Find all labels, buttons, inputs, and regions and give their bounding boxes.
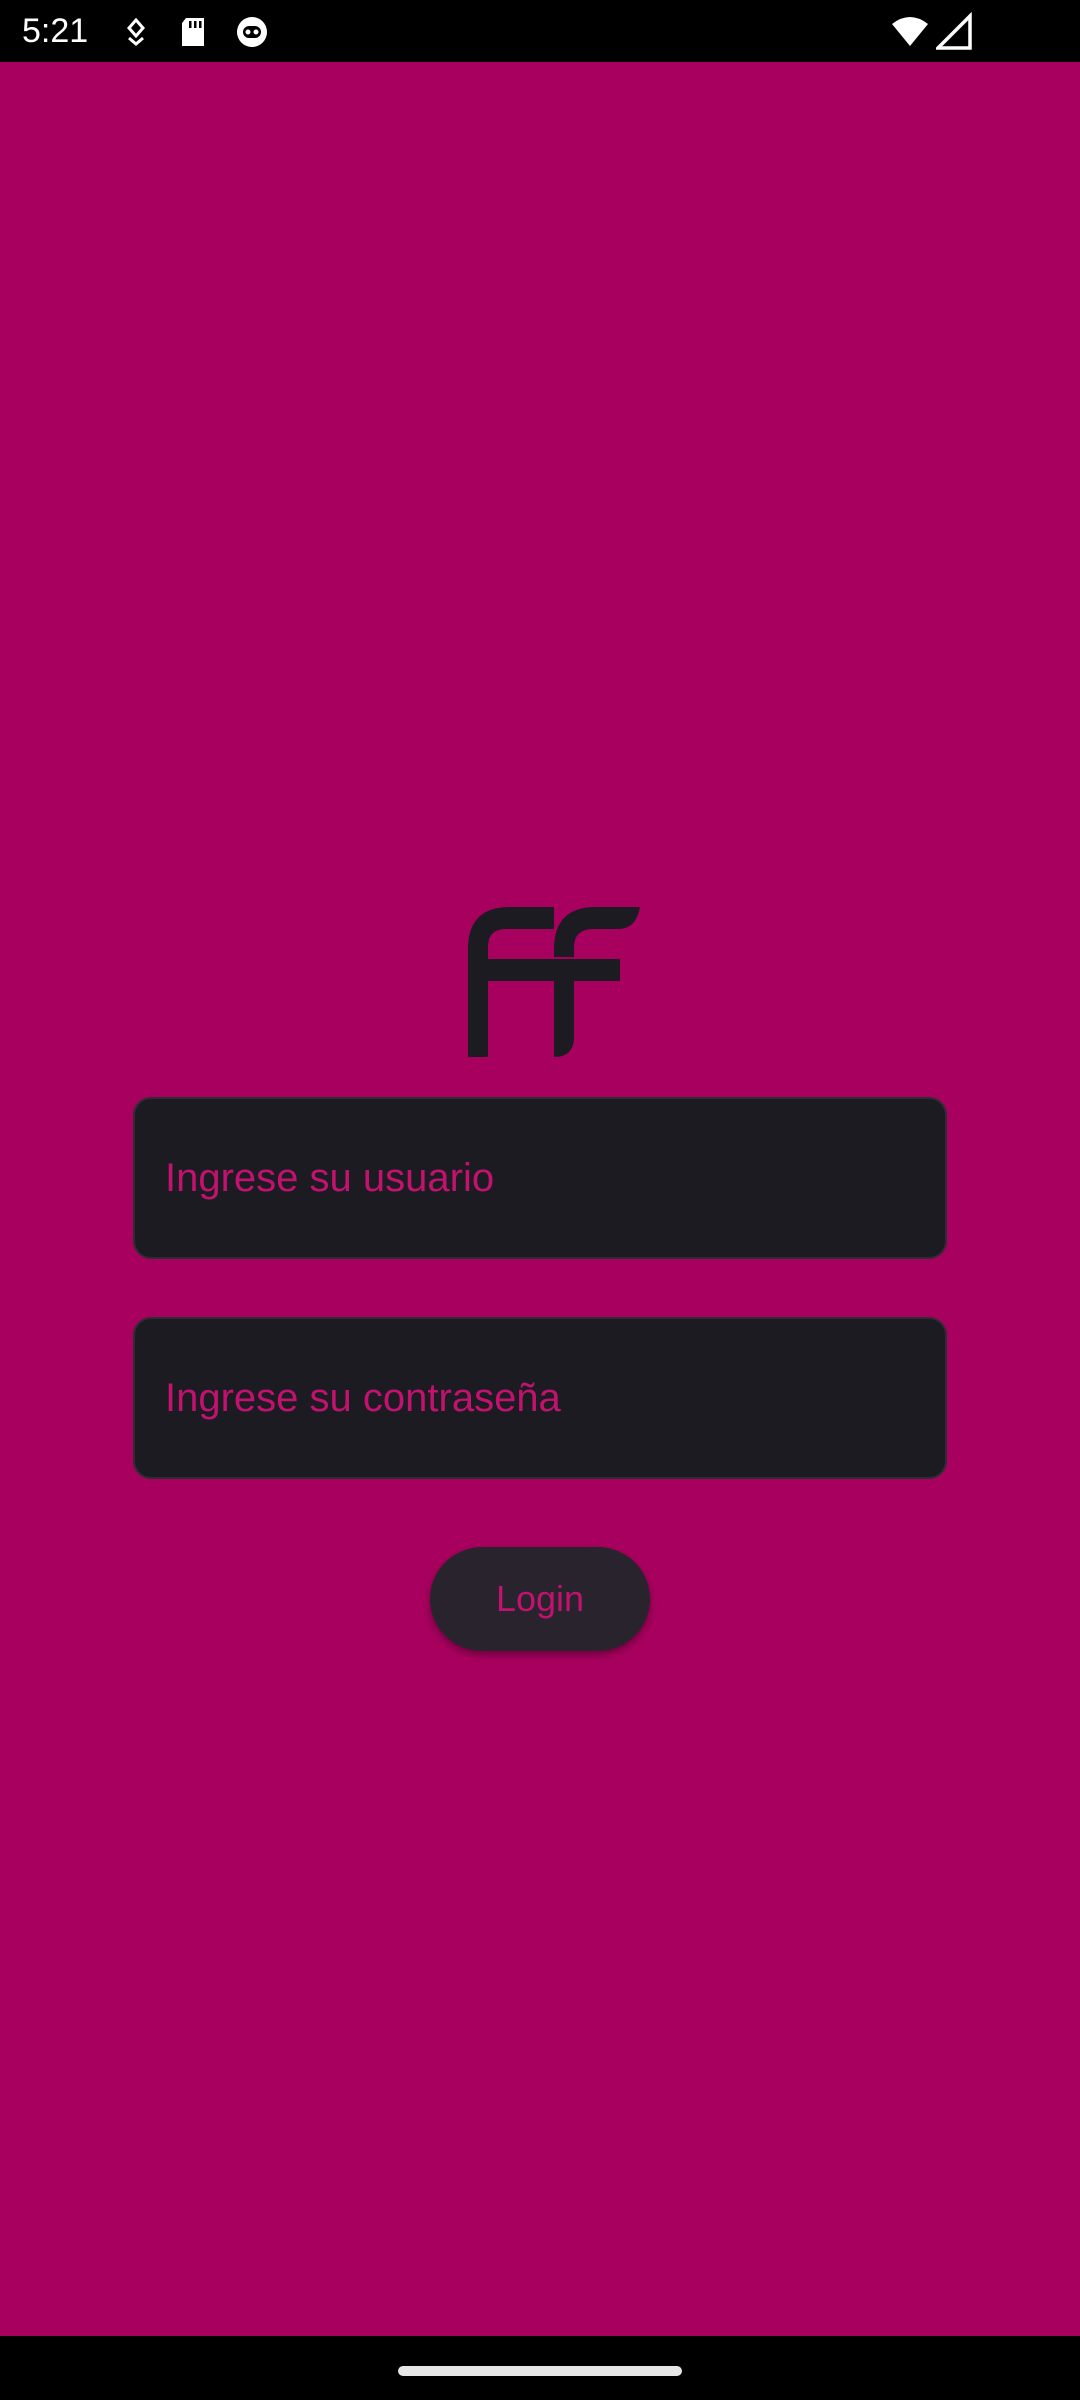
login-button-label: Login (495, 1578, 585, 1619)
status-bar: 5:21 (0, 0, 1080, 62)
cell-signal-icon (936, 12, 972, 50)
sd-card-icon (182, 18, 204, 46)
app-notification-icon (237, 17, 267, 47)
login-screen: Ingrese su usuario Ingrese su contraseña… (0, 62, 1080, 2336)
password-placeholder: Ingrese su contraseña (165, 1375, 561, 1420)
wifi-icon (892, 17, 928, 46)
data-saver-icon (127, 17, 145, 46)
login-button[interactable]: Login (430, 1547, 650, 1651)
username-field[interactable]: Ingrese su usuario (133, 1097, 947, 1259)
home-gesture-handle[interactable] (398, 2366, 682, 2376)
username-placeholder: Ingrese su usuario (165, 1155, 495, 1200)
navigation-bar (0, 2336, 1080, 2400)
status-time: 5:21 (22, 12, 89, 50)
password-field[interactable]: Ingrese su contraseña (133, 1317, 947, 1479)
ff-logo-icon (468, 907, 640, 1057)
